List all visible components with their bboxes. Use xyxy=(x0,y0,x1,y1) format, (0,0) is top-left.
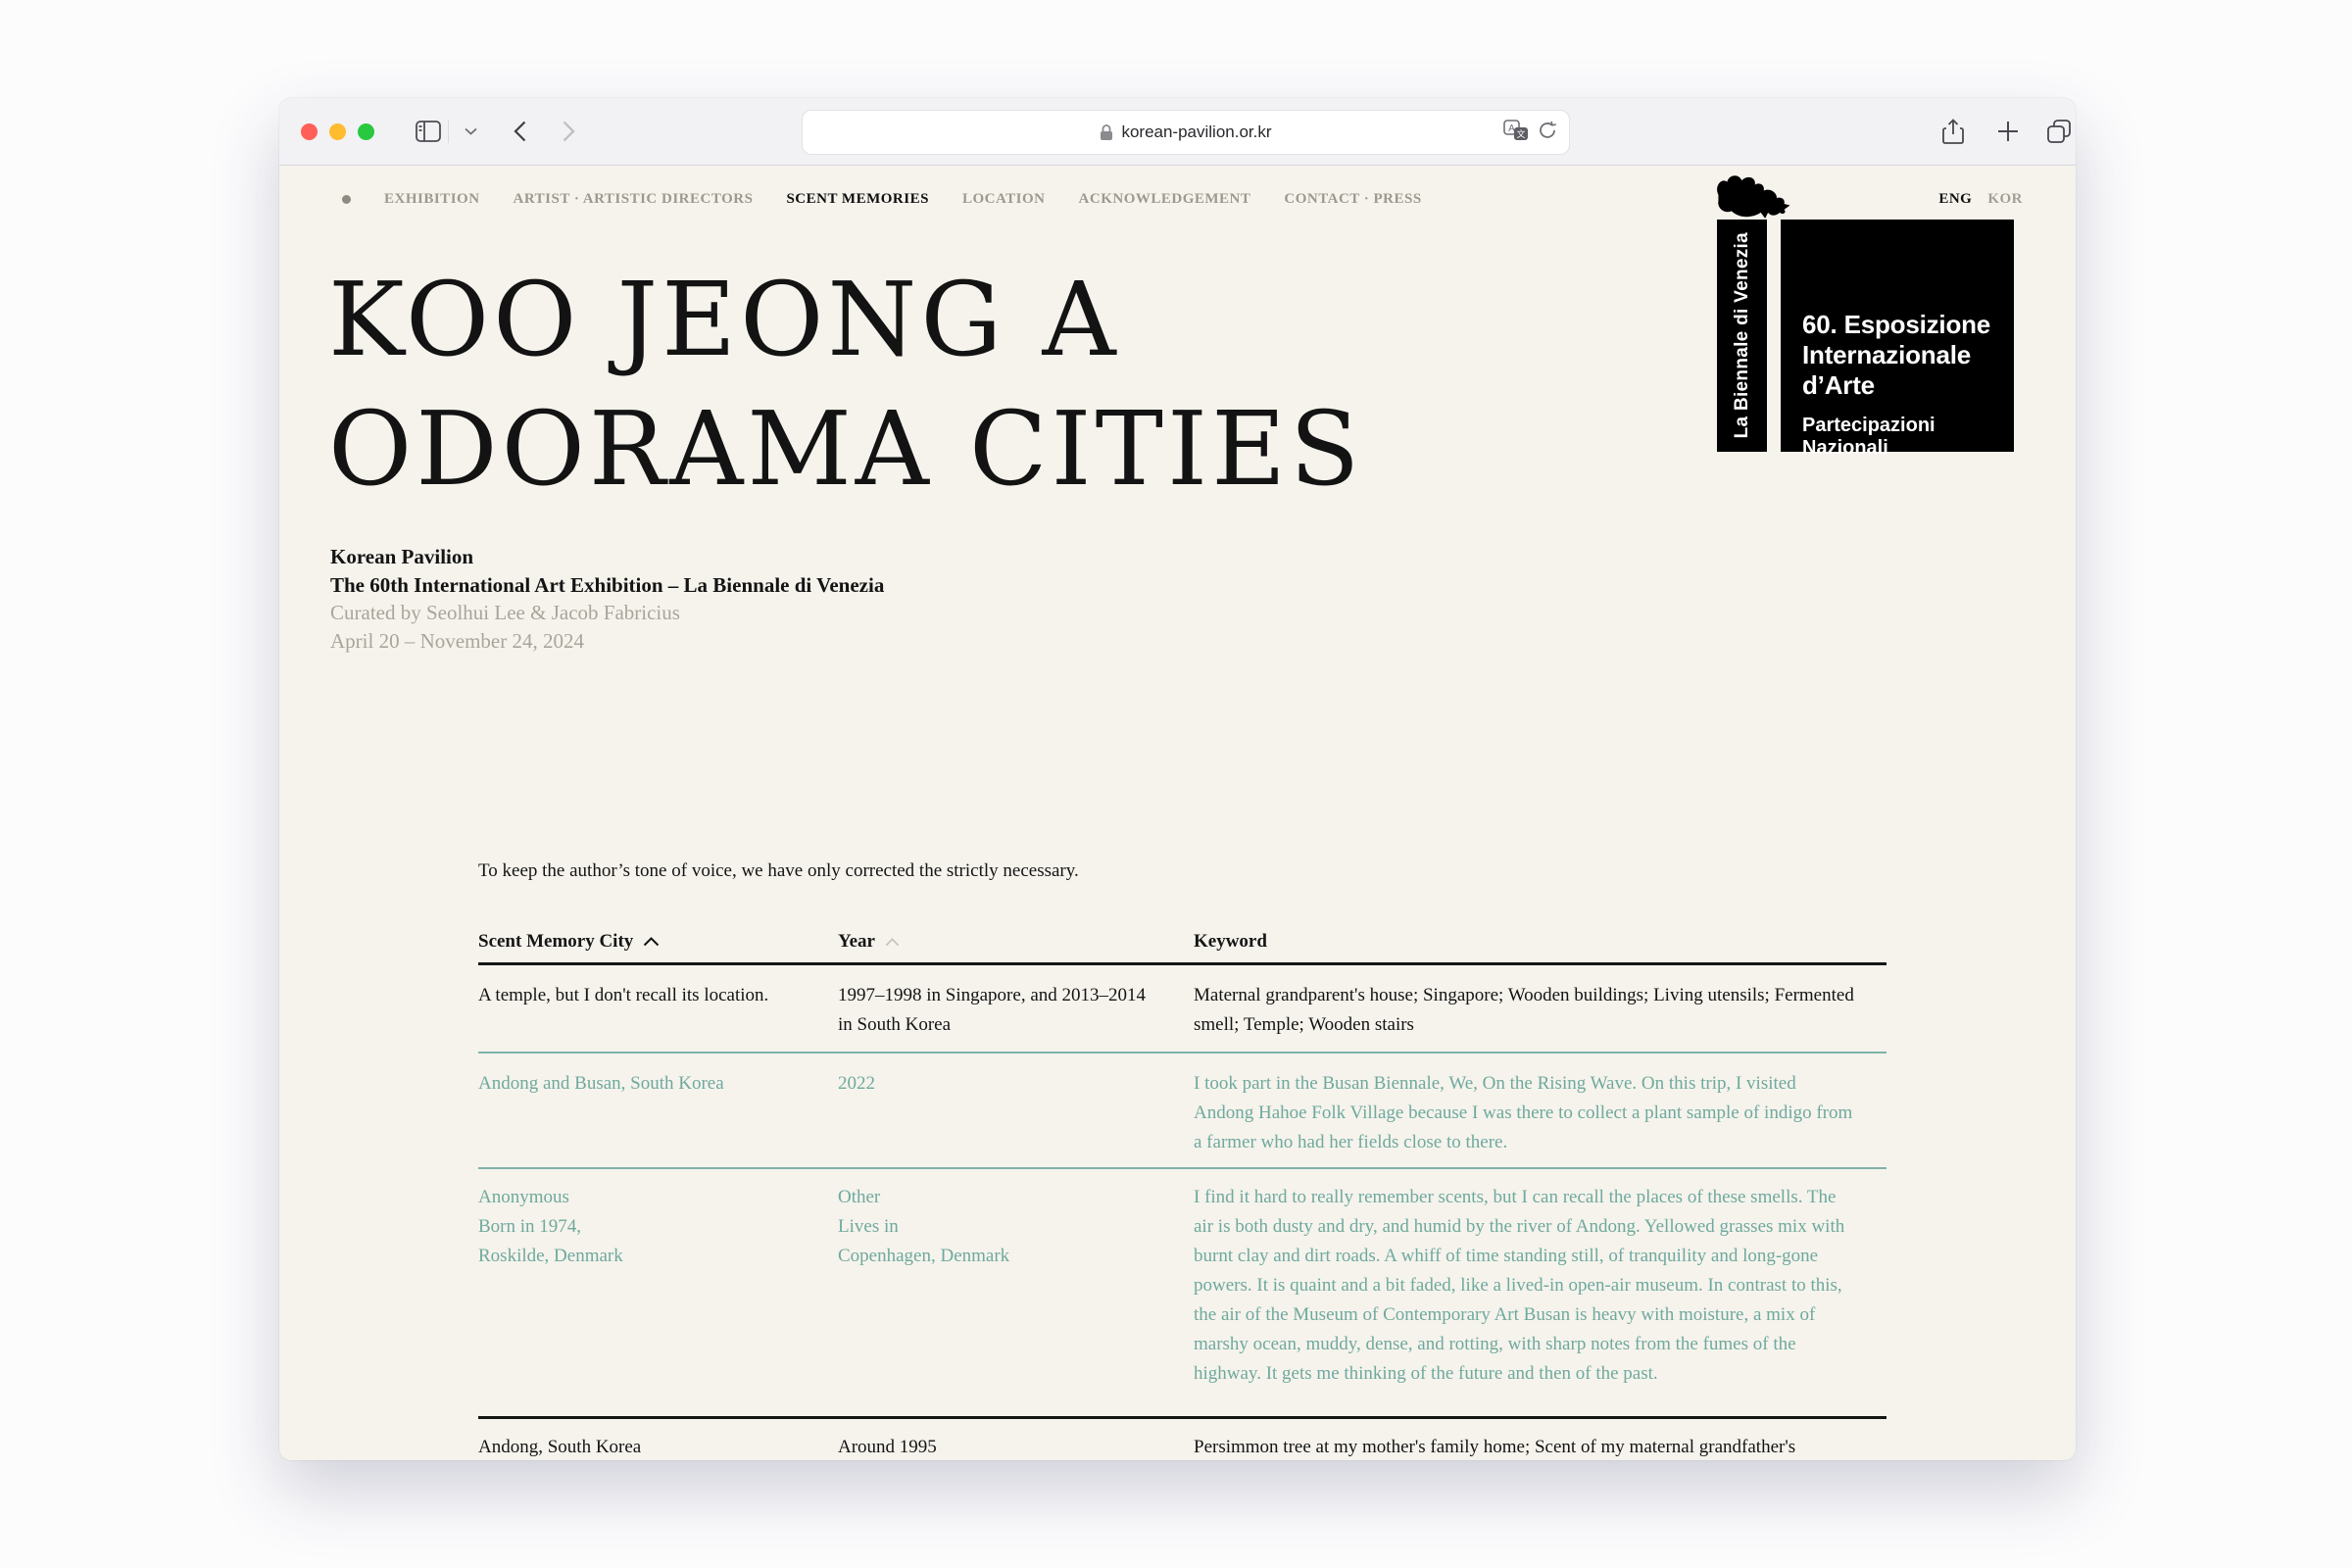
zoom-window-button[interactable] xyxy=(358,123,374,140)
exhibition-meta: Korean Pavilion The 60th International A… xyxy=(330,543,2076,655)
logo-line-2: Internazionale xyxy=(1802,340,2000,370)
table-row: Anonymous Born in 1974, Roskilde, Denmar… xyxy=(478,1169,1886,1419)
logo-line-3: d’Arte xyxy=(1802,370,2000,401)
nav-item-scent-memories[interactable]: SCENT MEMORIES xyxy=(786,191,929,208)
biennale-square: 60. Esposizione Internazionale d’Arte Pa… xyxy=(1781,220,2014,452)
table-row: A temple, but I don't recall its locatio… xyxy=(478,965,1886,1054)
toolbar-divider xyxy=(448,120,449,143)
header-scent-memory-city[interactable]: Scent Memory City xyxy=(478,931,838,953)
lang-kor-button[interactable]: KOR xyxy=(1987,191,2023,208)
cell-city: A temple, but I don't recall its locatio… xyxy=(478,981,838,1040)
logo-line-1: 60. Esposizione xyxy=(1802,310,2000,340)
header-keyword-label: Keyword xyxy=(1194,931,1267,953)
nav-item-exhibition[interactable]: EXHIBITION xyxy=(384,191,480,208)
cell-keyword: I find it hard to really remember scents… xyxy=(1194,1183,1886,1389)
meta-dates: April 20 – November 24, 2024 xyxy=(330,627,2076,656)
cell-keyword: Persimmon tree at my mother's family hom… xyxy=(1194,1433,1886,1460)
header-city-label: Scent Memory City xyxy=(478,931,633,953)
desktop-background: korean-pavilion.or.kr A 文 xyxy=(0,0,2352,1568)
sidebar-icon[interactable] xyxy=(409,98,448,165)
nav-bullet-icon xyxy=(342,195,351,204)
cell-year: 1997–1998 in Singapore, and 2013–2014 in… xyxy=(838,981,1194,1040)
cell-city: Andong and Busan, South Korea xyxy=(478,1069,838,1157)
cell-year: Other Lives in Copenhagen, Denmark xyxy=(838,1183,1194,1389)
header-year[interactable]: Year xyxy=(838,931,1194,953)
lock-icon xyxy=(1100,123,1113,141)
biennale-vertical-text: La Biennale di Venezia xyxy=(1732,232,1753,438)
window-controls xyxy=(301,123,374,140)
translate-icon[interactable]: A 文 xyxy=(1503,120,1529,146)
table-row: Andong and Busan, South Korea 2022 I too… xyxy=(478,1054,1886,1169)
browser-toolbar: korean-pavilion.or.kr A 文 xyxy=(279,98,2076,166)
new-tab-icon[interactable] xyxy=(1988,98,2028,165)
language-switcher: ENG KOR xyxy=(1938,191,2023,208)
minimize-window-button[interactable] xyxy=(329,123,346,140)
header-year-label: Year xyxy=(838,931,875,953)
sort-asc-muted-icon[interactable] xyxy=(885,938,900,947)
forward-icon[interactable] xyxy=(552,98,585,165)
sort-asc-icon[interactable] xyxy=(643,937,660,947)
svg-text:文: 文 xyxy=(1516,128,1525,139)
title-line-2: ODORAMA CITIES xyxy=(328,389,1363,509)
meta-exhibition: The 60th International Art Exhibition – … xyxy=(330,571,2076,600)
meta-curators: Curated by Seolhui Lee & Jacob Fabricius xyxy=(330,599,2076,627)
nav-item-artist-directors[interactable]: ARTIST · ARTISTIC DIRECTORS xyxy=(514,191,754,208)
address-bar[interactable]: korean-pavilion.or.kr A 文 xyxy=(802,110,1570,155)
table-row: Andong, South Korea Around 1995 Persimmo… xyxy=(478,1419,1886,1460)
table-header-row: Scent Memory City Year Keyword xyxy=(478,931,1886,965)
cell-keyword: I took part in the Busan Biennale, We, O… xyxy=(1194,1069,1886,1157)
nav-item-acknowledgement[interactable]: ACKNOWLEDGEMENT xyxy=(1079,191,1251,208)
intro-note: To keep the author’s tone of voice, we h… xyxy=(478,860,2076,882)
title-line-1: KOO JEONG A xyxy=(328,260,1120,379)
tabs-overview-icon[interactable] xyxy=(2039,98,2076,165)
meta-pavilion: Korean Pavilion xyxy=(330,543,2076,571)
cell-year: Around 1995 xyxy=(838,1433,1194,1460)
cell-city: Andong, South Korea xyxy=(478,1433,838,1460)
nav-item-location[interactable]: LOCATION xyxy=(962,191,1046,208)
url-text: korean-pavilion.or.kr xyxy=(1121,122,1271,142)
biennale-lion-icon xyxy=(1711,173,1791,227)
logo-subline: Partecipazioni Nazionali xyxy=(1802,415,2000,460)
browser-window: korean-pavilion.or.kr A 文 xyxy=(279,98,2076,1460)
page-content: EXHIBITION ARTIST · ARTISTIC DIRECTORS S… xyxy=(279,166,2076,1460)
refresh-icon[interactable] xyxy=(1539,121,1557,145)
main-navigation: EXHIBITION ARTIST · ARTISTIC DIRECTORS S… xyxy=(279,166,2076,208)
header-keyword[interactable]: Keyword xyxy=(1194,931,1886,953)
cell-keyword: Maternal grandparent's house; Singapore;… xyxy=(1194,981,1886,1040)
biennale-vertical-banner: La Biennale di Venezia xyxy=(1717,220,1767,452)
nav-item-contact-press[interactable]: CONTACT · PRESS xyxy=(1284,191,1421,208)
back-icon[interactable] xyxy=(503,98,536,165)
biennale-logo: La Biennale di Venezia 60. Esposizione I… xyxy=(1717,220,2014,452)
lang-eng-button[interactable]: ENG xyxy=(1938,191,1972,208)
chevron-down-icon[interactable] xyxy=(456,98,485,165)
scent-memories-table: Scent Memory City Year Keyword A temple,… xyxy=(478,931,1886,1460)
share-icon[interactable] xyxy=(1934,98,1973,165)
cell-city: Anonymous Born in 1974, Roskilde, Denmar… xyxy=(478,1183,838,1389)
close-window-button[interactable] xyxy=(301,123,318,140)
cell-year: 2022 xyxy=(838,1069,1194,1157)
